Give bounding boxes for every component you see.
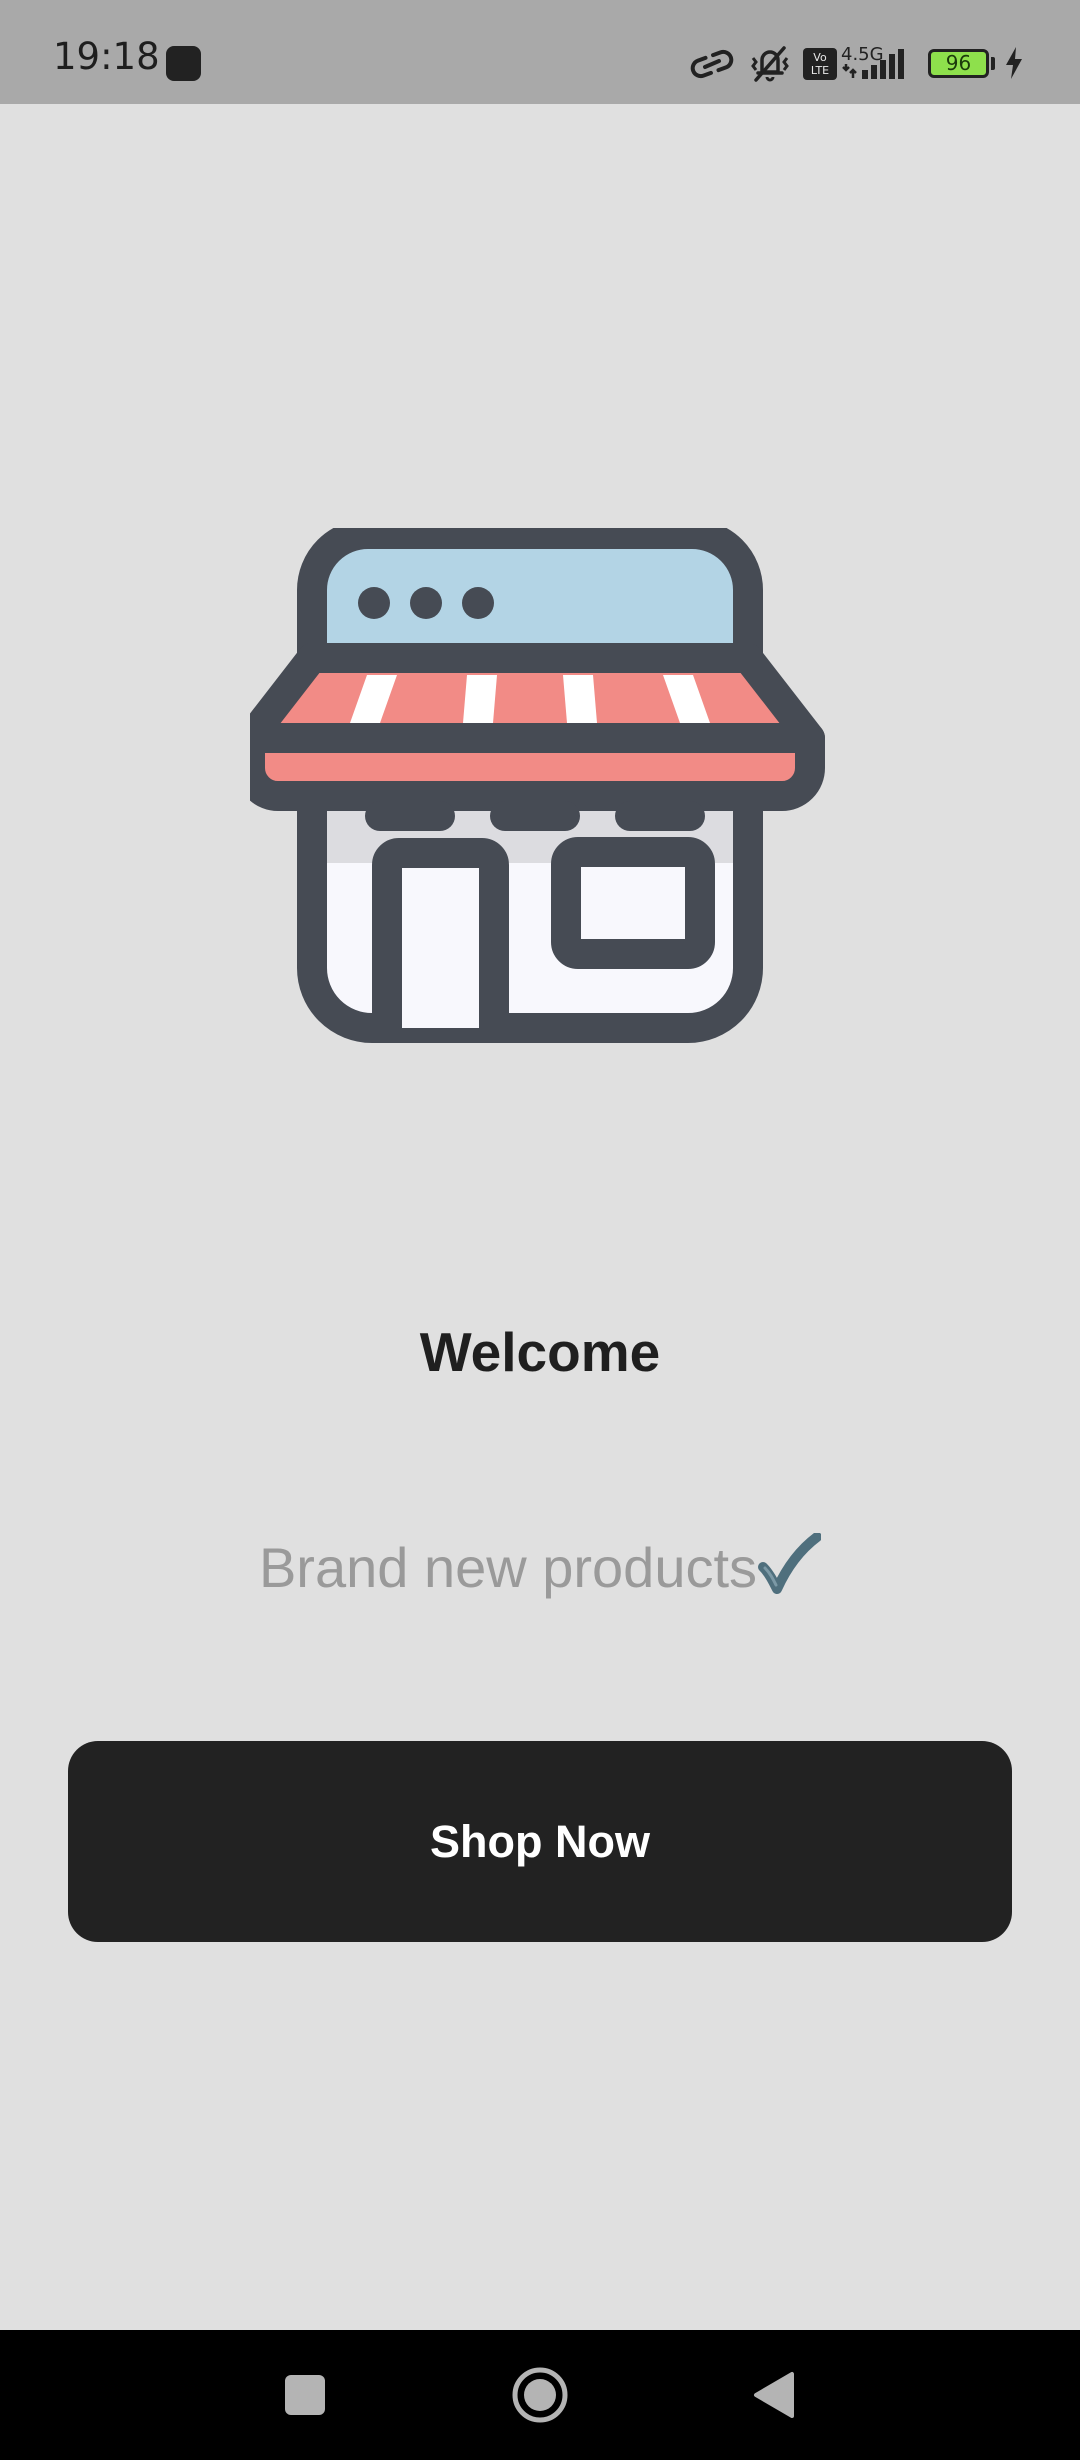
back-icon [754,2372,794,2418]
home-button[interactable] [480,2330,600,2460]
status-bar: 19:18 Vo LTE 4.5G 96 [0,0,1080,104]
subtitle-text: Brand new products [258,1536,758,1599]
battery-tip [991,57,995,70]
signal-strength-icon [842,49,904,79]
back-button[interactable] [713,2330,833,2460]
battery-level: 96 [945,51,972,75]
storefront-icon [250,528,825,1043]
vibrate-mute-icon [751,46,789,82]
charging-icon [1006,47,1022,79]
check-mark-icon [758,1533,822,1594]
recents-icon [285,2375,325,2415]
navigation-bar [0,2330,1080,2460]
volte-label-bottom: LTE [810,64,830,77]
notification-app-icon [166,46,201,81]
status-time: 19:18 [53,35,160,78]
recents-button[interactable] [245,2330,365,2460]
subtitle: Brand new products [0,1533,1080,1600]
shop-now-button[interactable]: Shop Now [68,1741,1012,1942]
welcome-title: Welcome [419,1321,661,1383]
volte-label-top: Vo [813,51,827,64]
volte-badge: Vo LTE [803,48,837,80]
link-icon [690,49,734,79]
home-icon [512,2367,568,2423]
